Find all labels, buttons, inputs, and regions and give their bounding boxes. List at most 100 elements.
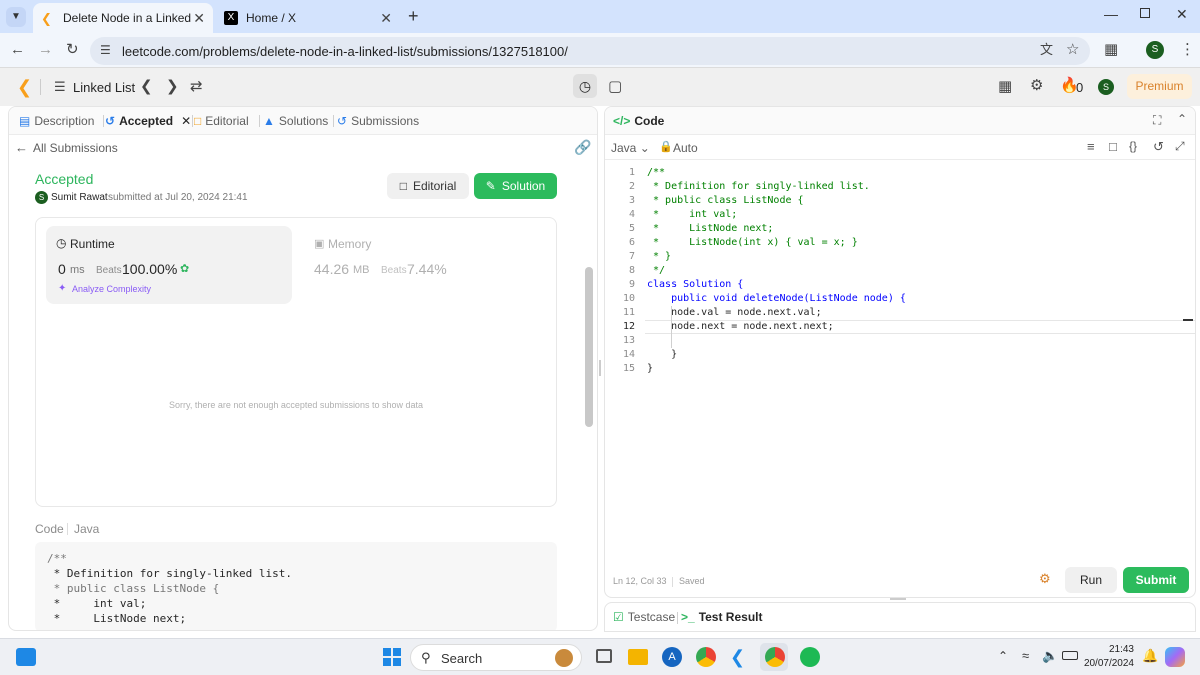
tab-editorial[interactable]: □ Editorial — [194, 114, 249, 128]
tab-submissions[interactable]: ↺ Submissions — [337, 114, 419, 128]
memory-value: 44.26 — [314, 261, 350, 277]
app-store-icon[interactable]: A — [662, 647, 682, 667]
auto-mode-label[interactable]: Auto — [673, 141, 698, 155]
share-link-icon[interactable]: 🔗 — [574, 139, 591, 156]
leetcode-logo[interactable]: ❮ — [17, 77, 32, 98]
submitted-at: submitted at Jul 20, 2024 21:41 — [108, 192, 248, 203]
file-explorer-icon[interactable] — [628, 649, 648, 665]
tab-divider — [192, 115, 193, 127]
address-bar[interactable]: ☰ leetcode.com/problems/delete-node-in-a… — [90, 37, 1090, 65]
start-windows-icon[interactable] — [383, 648, 401, 666]
browser-menu-icon[interactable]: ⋮ — [1180, 42, 1195, 57]
author-avatar[interactable]: S — [35, 191, 48, 204]
taskbar-search-box[interactable]: ⚲ Search — [410, 644, 582, 671]
tab-code[interactable]: </> Code — [613, 114, 664, 128]
close-tab-icon[interactable]: ✕ — [193, 10, 205, 27]
task-view-icon[interactable] — [596, 649, 612, 663]
minimize-icon[interactable]: — — [1104, 6, 1118, 22]
chrome-active-icon[interactable] — [765, 647, 785, 667]
horizontal-resize-handle[interactable] — [890, 598, 906, 600]
format-icon[interactable]: ≡ — [1087, 139, 1095, 154]
forward-icon[interactable]: → — [38, 42, 53, 57]
volume-icon[interactable]: 🔈 — [1042, 648, 1058, 664]
next-problem-icon[interactable]: ❯ — [166, 79, 179, 94]
x-favicon-icon: X — [224, 11, 238, 25]
editorial-button[interactable]: □ Editorial — [387, 173, 469, 199]
debugger-icon[interactable]: ⚙ — [1039, 571, 1051, 587]
submit-button[interactable]: Submit — [1123, 567, 1189, 593]
test-panel: ☑ Testcase >_ Test Result — [604, 602, 1196, 632]
streak-count: 0 — [1076, 80, 1084, 95]
fullscreen-icon[interactable]: ⤢ — [1175, 139, 1185, 154]
back-icon[interactable]: ← — [10, 42, 25, 57]
maximize-icon[interactable]: ⛶ — [1153, 113, 1161, 128]
new-tab-button[interactable]: + — [408, 6, 419, 27]
line-number: 9 — [628, 279, 635, 290]
cursor-position: Ln 12, Col 33 — [613, 576, 667, 586]
notes-icon[interactable]: ▢ — [608, 79, 622, 94]
timer-button[interactable]: ◷ — [573, 74, 597, 98]
tab-accepted[interactable]: ↺ Accepted ✕ — [105, 114, 191, 128]
bookmark-star-icon[interactable]: ☆ — [1066, 42, 1079, 57]
all-submissions-link[interactable]: All Submissions — [33, 141, 118, 155]
settings-gear-icon[interactable]: ⚙ — [1030, 78, 1043, 93]
braces-icon[interactable]: {} — [1129, 139, 1137, 153]
code-line: * ListNode next; — [647, 223, 774, 234]
widgets-icon[interactable] — [16, 648, 36, 666]
run-button[interactable]: Run — [1065, 567, 1117, 593]
layout-icon[interactable]: ▦ — [998, 79, 1012, 94]
restore-icon[interactable] — [1140, 8, 1150, 18]
site-info-icon[interactable]: ☰ — [100, 44, 111, 56]
translate-icon[interactable]: 文 — [1040, 43, 1053, 56]
clock-date[interactable]: 20/07/2024 — [1082, 658, 1134, 669]
shuffle-icon[interactable]: ⇄ — [190, 79, 203, 94]
solution-button[interactable]: ✎ Solution — [474, 173, 557, 199]
collapse-icon[interactable]: ⌃ — [1177, 112, 1187, 126]
editor-header: </> Code ⛶ ⌃ — [605, 107, 1195, 135]
runtime-card[interactable]: ◷ Runtime 0 ms Beats 100.00% ✿ ✦ Analyze… — [46, 226, 292, 304]
battery-icon[interactable] — [1062, 651, 1078, 660]
close-window-icon[interactable]: ✕ — [1176, 6, 1188, 23]
vertical-resize-handle[interactable] — [599, 360, 601, 376]
profile-avatar[interactable]: S — [1146, 41, 1164, 59]
browser-tab-x[interactable]: X Home / X ✕ — [216, 3, 400, 33]
url-text[interactable]: leetcode.com/problems/delete-node-in-a-l… — [122, 44, 568, 59]
spotify-icon[interactable] — [800, 647, 820, 667]
tab-solutions[interactable]: ▲ Solutions — [263, 114, 328, 128]
tab-testcase[interactable]: ☑ Testcase — [613, 610, 675, 624]
language-select[interactable]: Java ⌄ — [611, 141, 650, 155]
runtime-unit: ms — [70, 264, 85, 276]
analyze-complexity-link[interactable]: Analyze Complexity — [72, 284, 151, 294]
clock-time[interactable]: 21:43 — [1092, 644, 1134, 655]
scrollbar[interactable] — [585, 267, 593, 427]
back-arrow-icon[interactable]: ← — [15, 140, 28, 155]
reset-icon[interactable]: ↺ — [1153, 139, 1164, 155]
premium-button[interactable]: Premium — [1127, 74, 1192, 99]
bookmark-icon[interactable]: □ — [1109, 139, 1117, 154]
author-name[interactable]: Sumit Rawat — [51, 192, 108, 203]
wifi-icon[interactable]: ≈ — [1022, 648, 1029, 663]
problem-list-icon[interactable]: ☰ — [54, 80, 66, 93]
book-icon: □ — [399, 179, 407, 193]
prev-problem-icon[interactable]: ❮ — [140, 79, 153, 94]
tab-search-button[interactable]: ▼ — [6, 7, 26, 27]
tray-chevron-icon[interactable]: ⌃ — [998, 649, 1008, 663]
tab-test-result[interactable]: >_ Test Result — [681, 610, 762, 624]
copilot-icon[interactable] — [1165, 647, 1185, 667]
user-avatar[interactable]: S — [1098, 79, 1114, 95]
tab-description[interactable]: ▤ Description — [19, 114, 94, 128]
notification-bell-icon[interactable]: 🔔 — [1142, 648, 1158, 664]
reload-icon[interactable]: ↻ — [66, 42, 79, 57]
extensions-icon[interactable]: ▦ — [1104, 42, 1118, 57]
close-tab-icon[interactable]: ✕ — [181, 114, 191, 128]
browser-tab-leetcode[interactable]: ❮ Delete Node in a Linked List - L ✕ — [33, 3, 213, 33]
history-icon: ↺ — [337, 114, 348, 128]
scroll-marker — [1183, 319, 1193, 321]
memory-label[interactable]: Memory — [328, 237, 371, 251]
problem-list-title[interactable]: Linked List — [73, 80, 135, 95]
leetcode-header: ❮ ☰ Linked List ❮ ❯ ⇄ ◷ ▢ ▦ ⚙ 🔥 0 S Prem… — [0, 68, 1200, 106]
close-tab-icon[interactable]: ✕ — [380, 10, 392, 27]
chrome-icon[interactable] — [696, 647, 716, 667]
code-area[interactable]: 1 2 3 4 5 6 7 8 9 10 11 12 13 14 15 /** … — [605, 165, 1195, 385]
vscode-icon[interactable]: ❮ — [730, 647, 745, 668]
